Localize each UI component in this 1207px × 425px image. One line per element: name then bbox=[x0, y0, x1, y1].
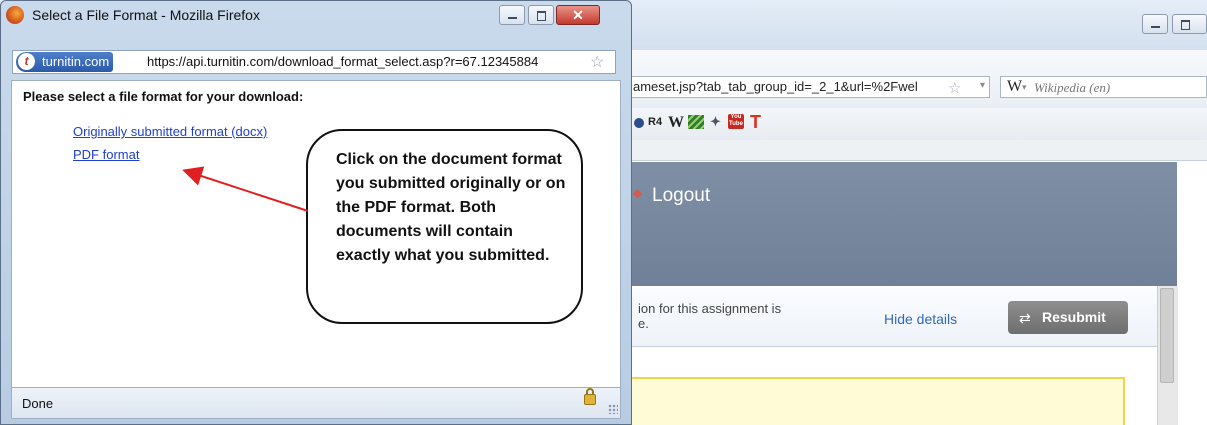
bookmark-globe-icon[interactable] bbox=[634, 118, 644, 128]
resize-grip-icon[interactable] bbox=[608, 404, 618, 414]
background-maximize-button[interactable] bbox=[1172, 14, 1207, 34]
bookmark-star-icon[interactable]: ☆ bbox=[590, 52, 604, 72]
bookmark-wikipedia[interactable]: W bbox=[668, 114, 684, 132]
hide-details-link[interactable]: Hide details bbox=[884, 311, 957, 327]
turnitin-icon: t bbox=[18, 53, 35, 70]
minimize-icon bbox=[508, 17, 517, 19]
bookmark-r4[interactable]: R4 bbox=[648, 116, 662, 128]
background-scrollbar-thumb[interactable] bbox=[1160, 288, 1174, 383]
popup-minimize-button[interactable] bbox=[499, 5, 525, 25]
url-dropdown-icon[interactable]: ▾ bbox=[980, 80, 985, 91]
site-identity-label: turnitin.com bbox=[42, 54, 110, 69]
callout-text: Click on the document format you submitt… bbox=[336, 151, 566, 264]
search-placeholder: Wikipedia (en) bbox=[1034, 80, 1111, 95]
logout-link[interactable]: Logout bbox=[652, 185, 710, 207]
popup-maximize-button[interactable] bbox=[528, 5, 554, 25]
bookmark-t[interactable]: T bbox=[750, 112, 761, 133]
maximize-icon bbox=[537, 11, 546, 21]
original-format-link[interactable]: Originally submitted format (docx) bbox=[73, 124, 267, 139]
background-minimize-button[interactable] bbox=[1142, 14, 1168, 34]
maximize-icon bbox=[1181, 20, 1190, 30]
submission-preview-box bbox=[630, 377, 1125, 425]
search-engine-dropdown-icon[interactable]: ▾ bbox=[1022, 82, 1027, 93]
lock-icon[interactable] bbox=[584, 394, 596, 405]
firefox-icon bbox=[6, 6, 24, 24]
popup-title: Select a File Format - Mozilla Firefox bbox=[32, 7, 260, 23]
background-url-text: ameset.jsp?tab_tab_group_id=_2_1&url=%2F… bbox=[633, 79, 918, 94]
status-text: Done bbox=[22, 396, 54, 411]
bookmark-youtube-icon[interactable]: You Tube bbox=[728, 114, 744, 129]
bookmark-green-icon[interactable] bbox=[688, 115, 704, 129]
popup-status-bar bbox=[11, 388, 621, 419]
bookmark-star-icon[interactable]: ☆ bbox=[948, 79, 961, 97]
bookmark-bird-icon[interactable]: ✦ bbox=[710, 114, 721, 130]
resubmit-label: Resubmit bbox=[1042, 309, 1106, 325]
pdf-format-link[interactable]: PDF format bbox=[73, 147, 139, 162]
minimize-icon bbox=[1151, 26, 1160, 28]
assignment-info-text: ion for this assignment is e. bbox=[638, 301, 782, 331]
logout-icon: ◆ bbox=[633, 186, 643, 200]
resubmit-icon: ⇄ bbox=[1019, 310, 1031, 326]
background-right-margin bbox=[1178, 162, 1207, 425]
format-prompt: Please select a file format for your dow… bbox=[23, 89, 304, 104]
close-icon: ✕ bbox=[572, 7, 584, 23]
popup-close-button[interactable]: ✕ bbox=[556, 5, 600, 25]
course-banner bbox=[630, 162, 1177, 286]
popup-url-text[interactable]: https://api.turnitin.com/download_format… bbox=[147, 54, 587, 69]
search-engine-icon[interactable]: W bbox=[1007, 78, 1022, 96]
